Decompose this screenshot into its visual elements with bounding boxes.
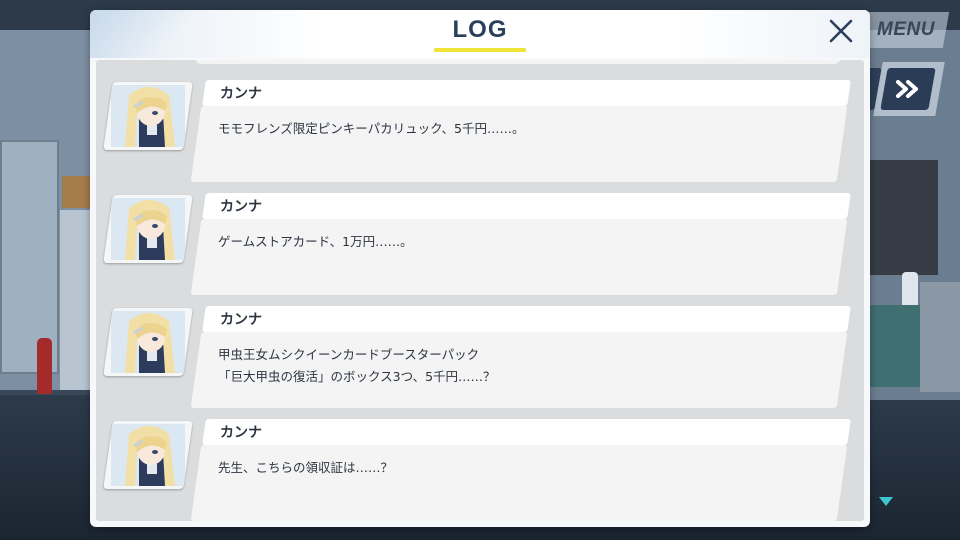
water-bottle	[902, 272, 918, 306]
message-text: ゲームストアカード、1万円……。	[218, 231, 818, 253]
close-icon	[829, 19, 853, 43]
kanna-portrait-icon	[111, 198, 185, 260]
message-line: 甲虫王女ムシクイーンカードブースターパック	[218, 347, 480, 362]
log-header: LOG	[90, 10, 870, 58]
menu-button[interactable]: MENU	[862, 12, 950, 48]
log-entry: カンナ ゲームストアカード、1万円……。	[96, 181, 864, 295]
close-button[interactable]	[826, 16, 856, 46]
message-text: 甲虫王女ムシクイーンカードブースターパック 「巨大甲虫の復活」のボックス3つ、5…	[218, 344, 818, 388]
message-line: 先生、こちらの領収証は……？	[218, 460, 394, 475]
message-line: 「巨大甲虫の復活」のボックス3つ、5千円……？	[218, 369, 496, 384]
message-line: モモフレンズ限定ピンキーパカリュック、5千円……。	[218, 121, 525, 136]
log-list[interactable]: カンナ モモフレンズ限定ピンキーパカリュック、5千円……。 カンナ ゲームストア…	[96, 60, 864, 521]
cardboard-box	[62, 176, 90, 208]
speaker-name: カンナ	[220, 86, 262, 102]
right-shelf	[920, 282, 960, 392]
speaker-avatar	[103, 421, 193, 489]
speaker-avatar	[103, 308, 193, 376]
fast-forward-button[interactable]	[880, 68, 936, 110]
menu-button-label: MENU	[877, 19, 935, 40]
speaker-name-box	[202, 80, 851, 106]
speaker-name: カンナ	[220, 425, 262, 441]
log-entry: カンナ 先生、こちらの領収証は……？	[96, 407, 864, 521]
log-entry: カンナ モモフレンズ限定ピンキーパカリュック、5千円……。	[96, 68, 864, 182]
log-title: LOG	[452, 16, 508, 43]
kanna-portrait-icon	[111, 424, 185, 486]
locker	[868, 305, 926, 387]
kanna-portrait-icon	[111, 311, 185, 373]
speaker-name-box	[202, 306, 851, 332]
speaker-name: カンナ	[220, 199, 262, 215]
weapon-rack	[868, 160, 938, 275]
log-panel: LOG カンナ モモフレンズ限定ピンキーパカリュック、5千円……。 カンナ ゲー…	[90, 10, 870, 527]
speaker-avatar	[103, 82, 193, 150]
speaker-avatar	[103, 195, 193, 263]
kanna-portrait-icon	[111, 85, 185, 147]
left-cabinet	[60, 210, 92, 390]
speaker-name-box	[202, 193, 851, 219]
speaker-name-box	[202, 419, 851, 445]
message-text: モモフレンズ限定ピンキーパカリュック、5千円……。	[218, 118, 818, 140]
fire-extinguisher	[37, 338, 52, 394]
fast-forward-icon	[896, 80, 918, 98]
log-entry: カンナ 甲虫王女ムシクイーンカードブースターパック 「巨大甲虫の復活」のボックス…	[96, 294, 864, 408]
previous-entry-edge	[195, 60, 842, 64]
message-line: ゲームストアカード、1万円……。	[218, 234, 413, 249]
message-text: 先生、こちらの領収証は……？	[218, 457, 818, 479]
title-underline	[434, 48, 526, 52]
scroll-down-indicator-icon	[879, 497, 893, 506]
speaker-name: カンナ	[220, 312, 262, 328]
